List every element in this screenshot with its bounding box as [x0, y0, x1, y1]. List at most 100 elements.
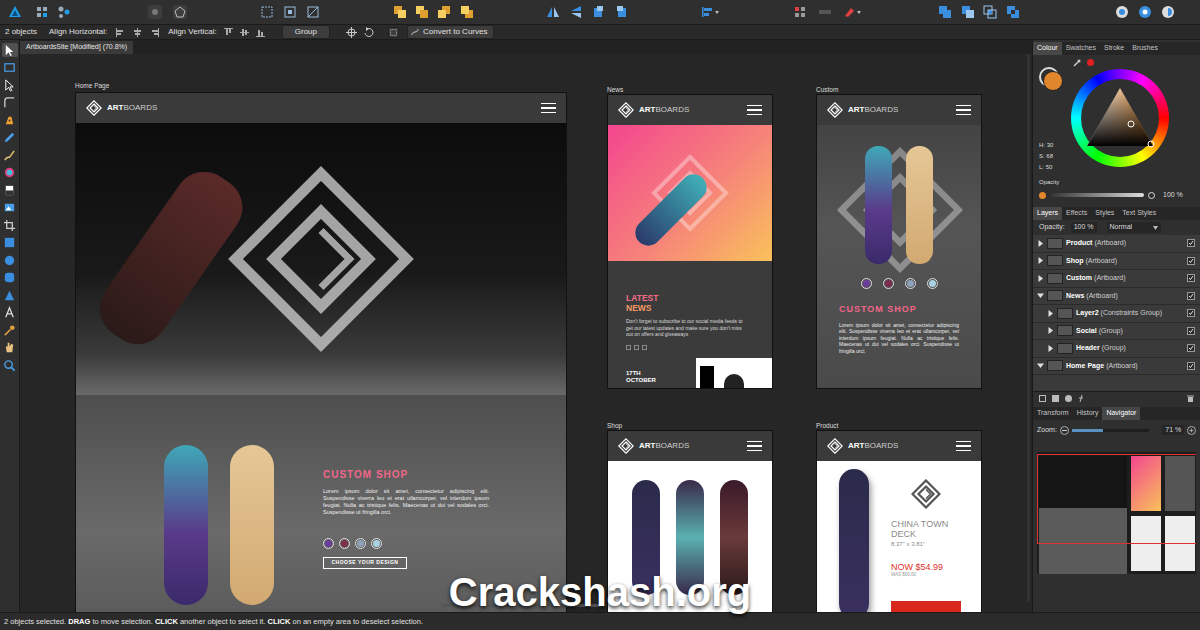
layer-opacity-value[interactable]: 100 %	[1071, 222, 1097, 233]
preferences-icon[interactable]	[1161, 5, 1175, 19]
panel-tab[interactable]: Navigator	[1102, 407, 1140, 420]
vector-brush-icon[interactable]	[2, 148, 18, 162]
insert-icon[interactable]	[843, 5, 863, 19]
rotate-icon[interactable]	[363, 27, 374, 38]
rounded-rectangle-icon[interactable]	[2, 271, 18, 285]
layer-row[interactable]: Social(Group)	[1033, 323, 1200, 341]
zoom-in-icon[interactable]	[1187, 426, 1196, 435]
arrange-backward-icon[interactable]	[415, 5, 429, 19]
layer-row[interactable]: Header(Group)	[1033, 340, 1200, 358]
pressure-icon[interactable]	[173, 5, 187, 19]
arrange-forward-icon[interactable]	[437, 5, 451, 19]
move-tool-icon[interactable]	[2, 43, 18, 57]
choose-design-button[interactable]: CHOOSE YOUR DESIGN	[323, 557, 407, 569]
menu-icon[interactable]	[956, 441, 971, 452]
crop-tool-icon[interactable]	[2, 218, 18, 232]
canvas[interactable]: Home Page ARTBOARDS CUSTOM SHOP	[20, 54, 1032, 612]
panel-tab[interactable]: Effects	[1062, 207, 1091, 220]
collapse-arrow-icon[interactable]	[1037, 362, 1044, 369]
menu-icon[interactable]	[541, 103, 556, 114]
colour-triangle-icon[interactable]	[1085, 86, 1155, 150]
horizontal-scrollbar[interactable]	[20, 604, 1024, 607]
zoom-track[interactable]	[1072, 429, 1150, 432]
delete-layer-icon[interactable]	[1187, 395, 1194, 402]
panel-tab[interactable]: Transform	[1033, 407, 1073, 420]
opacity-knob[interactable]	[1148, 192, 1155, 199]
panel-tab[interactable]: Brushes	[1128, 42, 1162, 55]
pager-dot[interactable]	[634, 345, 639, 350]
layer-row[interactable]: Shop(Artboard)	[1033, 253, 1200, 271]
opacity-value[interactable]: 100 %	[1163, 190, 1183, 201]
affinity-logo-icon[interactable]	[8, 5, 22, 19]
menu-icon[interactable]	[747, 105, 762, 116]
layer-row[interactable]: Home Page(Artboard)	[1033, 358, 1200, 376]
transparency-tool-icon[interactable]	[2, 183, 18, 197]
visibility-checkbox[interactable]	[1187, 257, 1195, 265]
pixel-persona-icon[interactable]	[35, 5, 49, 19]
text-tool-icon[interactable]	[2, 306, 18, 320]
snap-icon[interactable]	[260, 5, 274, 19]
panel-tab[interactable]: Layers	[1033, 207, 1062, 220]
deck[interactable]	[676, 480, 704, 595]
panel-tab[interactable]: Colour	[1033, 42, 1062, 55]
corner-tool-icon[interactable]	[2, 96, 18, 110]
panel-tab[interactable]: Text Styles	[1118, 207, 1160, 220]
deck[interactable]	[632, 480, 660, 595]
visibility-checkbox[interactable]	[1187, 327, 1195, 335]
snapping-manager-icon[interactable]	[1138, 5, 1152, 19]
zoom-tool-icon[interactable]	[2, 358, 18, 372]
document-tab[interactable]: ArtboardsSite [Modified] (70.8%)	[20, 41, 133, 54]
expand-arrow-icon[interactable]	[1037, 240, 1044, 247]
artboard-tool-icon[interactable]	[2, 61, 18, 75]
effects-icon[interactable]	[1078, 395, 1085, 402]
view-rectangle[interactable]	[1037, 454, 1196, 544]
zoom-out-icon[interactable]	[1060, 426, 1069, 435]
view-mode-icon[interactable]	[148, 5, 162, 19]
boolean-xor-icon[interactable]	[1006, 5, 1020, 19]
panel-tab[interactable]: Styles	[1091, 207, 1118, 220]
menu-icon[interactable]	[956, 105, 971, 116]
view-tool-icon[interactable]	[2, 341, 18, 355]
expand-arrow-icon[interactable]	[1037, 275, 1044, 282]
boolean-subtract-icon[interactable]	[961, 5, 975, 19]
arrange-back-icon[interactable]	[393, 5, 407, 19]
shop-artboard[interactable]: ARTBOARDS	[607, 430, 773, 612]
fill-tool-icon[interactable]	[2, 166, 18, 180]
align-middle-icon[interactable]	[239, 27, 250, 38]
adjustment-icon[interactable]	[1065, 395, 1072, 402]
transform-origin-icon[interactable]	[346, 27, 357, 38]
expand-arrow-icon[interactable]	[1047, 345, 1054, 352]
convert-to-curves-button[interactable]: Convert to Curves	[407, 25, 494, 39]
node-tool-icon[interactable]	[2, 78, 18, 92]
layer-row[interactable]: News(Artboard)	[1033, 288, 1200, 306]
align-center-icon[interactable]	[132, 27, 143, 38]
colour-swatch[interactable]	[927, 278, 938, 289]
triangle-tool-icon[interactable]	[2, 288, 18, 302]
align-right-icon[interactable]	[149, 27, 160, 38]
align-menu-icon[interactable]	[700, 5, 720, 19]
layer-row[interactable]: Product(Artboard)	[1033, 235, 1200, 253]
color-picker-icon[interactable]	[2, 323, 18, 337]
pen-tool-icon[interactable]	[2, 113, 18, 127]
selection-box-icon[interactable]	[388, 27, 399, 38]
boolean-add-icon[interactable]	[938, 5, 952, 19]
colour-swatch[interactable]	[371, 538, 382, 549]
expand-arrow-icon[interactable]	[1047, 327, 1054, 334]
panel-tab[interactable]: History	[1073, 407, 1103, 420]
zoom-value[interactable]: 71 %	[1162, 425, 1184, 436]
grid-icon[interactable]	[793, 5, 807, 19]
visibility-checkbox[interactable]	[1187, 344, 1195, 352]
product-artboard[interactable]: ARTBOARDS CHINA TOWN DECK 8.37" x 3.81" …	[816, 430, 982, 612]
align-bottom-icon[interactable]	[255, 27, 266, 38]
vertical-scrollbar[interactable]	[1027, 54, 1030, 602]
pager-dot[interactable]	[642, 345, 647, 350]
visibility-checkbox[interactable]	[1187, 274, 1195, 282]
ellipse-tool-icon[interactable]	[2, 253, 18, 267]
group-button[interactable]: Group	[282, 25, 330, 39]
custom-artboard[interactable]: ARTBOARDS CUSTOM SHOP Lorem ipsum dolor …	[816, 94, 982, 389]
logo[interactable]: ARTBOARDS	[827, 102, 898, 118]
bar-icon[interactable]	[818, 5, 832, 19]
mask-icon[interactable]	[1052, 395, 1059, 402]
opacity-track[interactable]	[1050, 193, 1144, 197]
picked-colour-icon[interactable]	[1087, 59, 1094, 66]
